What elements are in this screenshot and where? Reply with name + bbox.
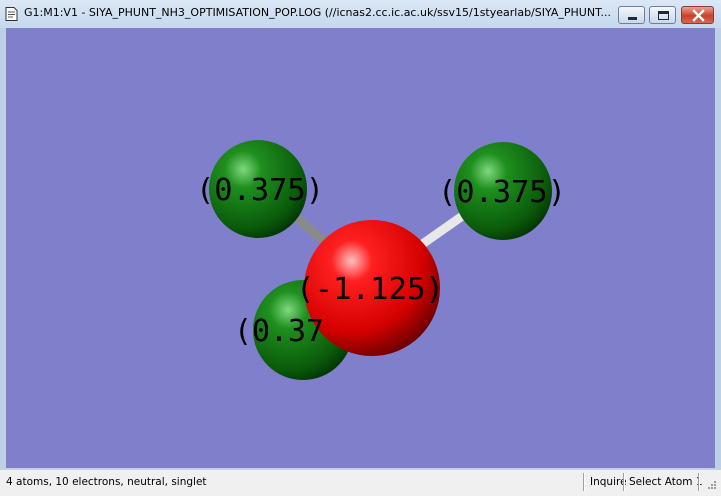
charge-label-hydrogen-1: (0.375) <box>196 173 324 208</box>
status-separator <box>698 473 700 491</box>
molecule-viewport[interactable]: (0.375) (0.375) (0.37 (-1.125) <box>6 28 715 468</box>
status-summary: 4 atoms, 10 electrons, neutral, singlet <box>6 476 207 488</box>
window-title: G1:M1:V1 - SIYA_PHUNT_NH3_OPTIMISATION_P… <box>24 6 611 19</box>
charge-label-nitrogen: (-1.125) <box>296 272 444 307</box>
close-icon <box>692 9 705 22</box>
charge-label-hydrogen-3: (0.37 <box>234 314 324 349</box>
minimize-button[interactable] <box>618 6 645 24</box>
status-separator <box>623 473 625 491</box>
charge-label-hydrogen-2: (0.375) <box>438 175 566 210</box>
maximize-icon <box>658 11 669 20</box>
title-bar[interactable]: G1:M1:V1 - SIYA_PHUNT_NH3_OPTIMISATION_P… <box>0 0 721 28</box>
status-separator <box>583 473 585 491</box>
document-icon[interactable] <box>5 7 18 21</box>
gaussview-window: G1:M1:V1 - SIYA_PHUNT_NH3_OPTIMISATION_P… <box>0 0 721 496</box>
status-action: Select Atom 1 <box>629 476 703 488</box>
resize-grip-icon[interactable] <box>705 478 717 490</box>
close-button[interactable] <box>681 6 714 24</box>
maximize-button[interactable] <box>649 6 676 24</box>
status-mode: Inquire <box>590 476 627 488</box>
minimize-icon <box>628 17 637 20</box>
status-bar: 4 atoms, 10 electrons, neutral, singlet … <box>0 469 721 496</box>
